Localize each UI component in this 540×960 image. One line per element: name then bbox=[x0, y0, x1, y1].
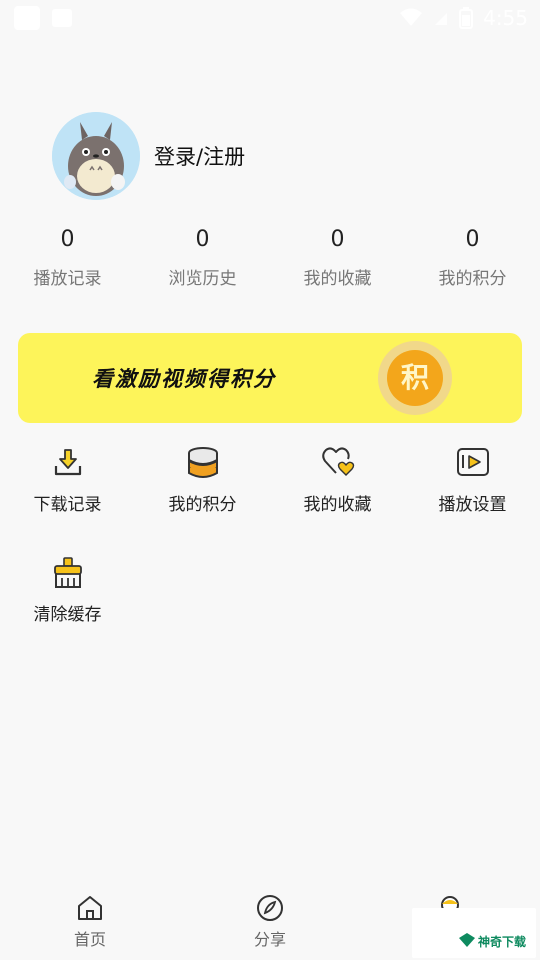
tab-share[interactable]: 分享 bbox=[180, 888, 360, 960]
coins-icon bbox=[187, 447, 218, 478]
stat-favorites[interactable]: 0 我的收藏 bbox=[270, 226, 405, 289]
menu-my-favorites[interactable]: 我的收藏 bbox=[270, 446, 405, 556]
stat-label: 播放记录 bbox=[33, 269, 102, 289]
tab-label: 分享 bbox=[253, 930, 286, 949]
menu-label: 下载记录 bbox=[33, 495, 102, 515]
tab-label: 首页 bbox=[73, 930, 106, 949]
heart-icon bbox=[321, 447, 354, 476]
menu-play-settings[interactable]: 播放设置 bbox=[405, 446, 540, 556]
battery-icon bbox=[459, 7, 474, 29]
menu-label: 我的积分 bbox=[168, 495, 237, 515]
menu-download-records[interactable]: 下载记录 bbox=[0, 446, 135, 556]
download-icon bbox=[54, 449, 81, 476]
stat-points[interactable]: 0 我的积分 bbox=[405, 226, 540, 289]
stat-value: 0 bbox=[60, 227, 75, 252]
menu-label: 播放设置 bbox=[438, 495, 507, 515]
stat-label: 我的收藏 bbox=[303, 269, 372, 289]
stat-play-history[interactable]: 0 播放记录 bbox=[0, 226, 135, 289]
menu-my-points[interactable]: 我的积分 bbox=[135, 446, 270, 556]
stat-browse-history[interactable]: 0 浏览历史 bbox=[135, 226, 270, 289]
home-icon bbox=[78, 896, 102, 920]
stat-value: 0 bbox=[195, 227, 210, 252]
watermark-text: 神奇下载 bbox=[478, 935, 527, 949]
feature-grid: 下载记录 我的积分 我的收藏 播放设置 清除缓存 bbox=[0, 446, 540, 666]
image-notification-icon bbox=[52, 9, 72, 27]
menu-label: 清除缓存 bbox=[33, 605, 102, 625]
reward-video-banner[interactable]: 看激励视频得积分 积 bbox=[18, 333, 522, 423]
coin-label: 积 bbox=[387, 350, 443, 406]
profile-header[interactable]: 登录/注册 bbox=[52, 112, 245, 200]
menu-label: 我的收藏 bbox=[303, 495, 372, 515]
clear-cache-icon bbox=[53, 557, 82, 588]
stat-value: 0 bbox=[330, 227, 345, 252]
wifi-icon bbox=[400, 8, 423, 26]
stats-row: 0 播放记录 0 浏览历史 0 我的收藏 0 我的积分 bbox=[0, 226, 540, 289]
signal-icon bbox=[435, 13, 448, 25]
banner-text: 看激励视频得积分 bbox=[92, 366, 276, 391]
compass-icon bbox=[257, 895, 283, 921]
watermark-logo-icon bbox=[459, 933, 475, 947]
status-bar-left bbox=[14, 6, 72, 30]
stat-label: 浏览历史 bbox=[168, 269, 237, 289]
stat-value: 0 bbox=[465, 227, 480, 252]
watermark: 神奇下载 bbox=[412, 908, 536, 958]
points-coin-icon: 积 bbox=[378, 341, 452, 415]
menu-clear-cache[interactable]: 清除缓存 bbox=[0, 556, 135, 666]
tab-home[interactable]: 首页 bbox=[0, 888, 180, 960]
status-bar: 4:55 bbox=[0, 0, 540, 36]
status-time: 4:55 bbox=[483, 6, 528, 30]
app-notification-icon bbox=[14, 6, 40, 30]
avatar[interactable] bbox=[52, 112, 140, 200]
totoro-avatar-image bbox=[52, 112, 140, 200]
status-bar-right: 4:55 bbox=[399, 6, 528, 30]
play-settings-icon bbox=[456, 448, 489, 476]
login-register-link[interactable]: 登录/注册 bbox=[154, 141, 245, 171]
stat-label: 我的积分 bbox=[438, 269, 507, 289]
